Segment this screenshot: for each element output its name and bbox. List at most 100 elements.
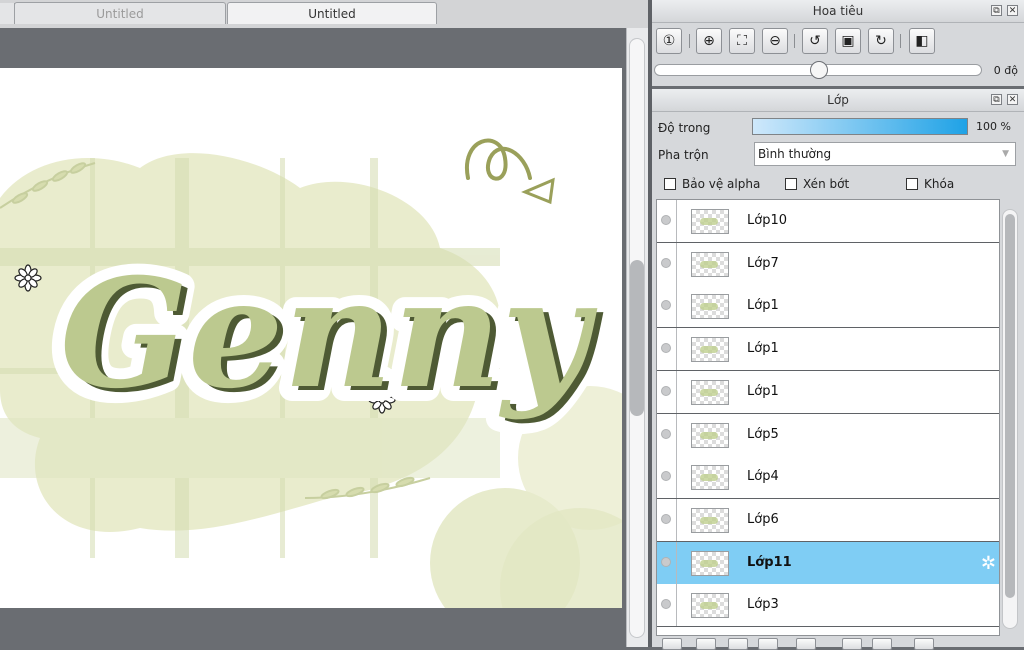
layer-list-scrollbar[interactable]: [1002, 209, 1018, 629]
layer-row[interactable]: Lớp7: [657, 242, 999, 286]
visibility-toggle[interactable]: [657, 456, 677, 499]
layer-thumbnail: [691, 550, 729, 576]
layer-thumbnail: [691, 593, 729, 619]
rotation-slider[interactable]: [654, 61, 982, 79]
thumbnail-content: [700, 346, 718, 354]
layer-thumbnail: [691, 251, 729, 277]
zoom-out-icon[interactable]: ⊖: [762, 28, 788, 54]
close-icon[interactable]: ✕: [1007, 94, 1018, 105]
opacity-slider[interactable]: [752, 118, 968, 135]
layer-name: Lớp6: [747, 511, 779, 527]
canvas-scroll-thumb[interactable]: [630, 260, 644, 416]
fit-frame-icon[interactable]: ▣: [835, 28, 861, 54]
close-icon[interactable]: ✕: [1007, 5, 1018, 16]
fit-screen-icon[interactable]: ⛶: [729, 28, 755, 54]
document-tab-bar: Untitled Untitled: [0, 0, 648, 28]
layer-row[interactable]: Lớp1: [657, 285, 999, 329]
layer-row[interactable]: Lớp4: [657, 456, 999, 500]
checkbox-box[interactable]: [785, 178, 797, 190]
tab-overflow-stub[interactable]: [0, 3, 15, 24]
layer-name: Lớp7: [747, 255, 779, 271]
toolbar-separator: [794, 34, 795, 48]
new-folder-icon[interactable]: [696, 638, 716, 650]
toolbar-separator: [900, 34, 901, 48]
clear-layer-icon[interactable]: [796, 638, 816, 650]
lettering: Genny Genny Genny: [47, 235, 611, 437]
visibility-toggle[interactable]: [657, 584, 677, 627]
layer-name: Lớp1: [747, 383, 779, 399]
layer-row[interactable]: Lớp6: [657, 498, 999, 542]
visibility-toggle[interactable]: [657, 413, 677, 456]
checkbox-box[interactable]: [664, 178, 676, 190]
checkbox-box[interactable]: [906, 178, 918, 190]
blend-label: Pha trộn: [658, 148, 709, 162]
visibility-icon[interactable]: [661, 428, 671, 439]
layers-panel: Lớp ⧉ ✕ Độ trong 100 % Pha trộn Bình thư…: [652, 89, 1024, 650]
layer-thumbnail: [691, 294, 729, 320]
visibility-toggle[interactable]: [657, 541, 677, 584]
visibility-icon[interactable]: [661, 385, 671, 396]
canvas-area[interactable]: Genny Genny Genny: [0, 28, 626, 647]
thumbnail-content: [700, 303, 718, 311]
visibility-toggle[interactable]: [657, 498, 677, 541]
visibility-icon[interactable]: [661, 471, 671, 482]
new-layer-icon[interactable]: [662, 638, 682, 650]
navigator-header: Hoa tiêu ⧉ ✕: [652, 0, 1024, 23]
navigator-panel: Hoa tiêu ⧉ ✕ ① ⊕ ⛶ ⊖ ↺ ▣ ↻ ◧ 0 độ: [652, 0, 1024, 86]
layer-row[interactable]: Lớp1: [657, 370, 999, 414]
detach-icon[interactable]: ⧉: [991, 5, 1002, 16]
visibility-toggle[interactable]: [657, 200, 677, 242]
drawing-canvas[interactable]: Genny Genny Genny: [0, 68, 622, 608]
rotate-right-icon[interactable]: ↻: [868, 28, 894, 54]
thumbnail-content: [700, 260, 718, 268]
layer-row[interactable]: Lớp10: [657, 200, 999, 243]
blend-mode-select[interactable]: Bình thường ▼: [754, 142, 1016, 166]
visibility-icon[interactable]: [661, 599, 671, 610]
artwork: Genny Genny Genny: [0, 138, 622, 608]
rotation-slider-knob[interactable]: [810, 61, 828, 79]
visibility-toggle[interactable]: [657, 285, 677, 328]
layer-thumbnail: [691, 379, 729, 405]
copy-layer-icon[interactable]: [728, 638, 748, 650]
layer-name: Lớp10: [747, 213, 787, 228]
layer-name: Lớp3: [747, 597, 779, 613]
clip-label: Xén bớt: [803, 177, 850, 191]
move-down-icon[interactable]: [872, 638, 892, 650]
visibility-icon[interactable]: [661, 556, 671, 567]
detach-icon[interactable]: ⧉: [991, 94, 1002, 105]
layer-list[interactable]: Lớp10 Lớp7 Lớp1 Lớp1 Lớp1 Lớp5 Lớp4 Lớp6 Lớp11 ✲ L…: [656, 199, 1000, 636]
visibility-icon[interactable]: [661, 257, 671, 268]
flip-icon[interactable]: ◧: [909, 28, 935, 54]
tab-untitled-1[interactable]: Untitled: [14, 2, 226, 24]
layer-row[interactable]: Lớp3: [657, 584, 999, 628]
delete-layer-icon[interactable]: [914, 638, 934, 650]
visibility-icon[interactable]: [661, 343, 671, 354]
layer-row[interactable]: Lớp11 ✲: [657, 541, 999, 585]
layer-row[interactable]: Lớp5: [657, 413, 999, 457]
visibility-toggle[interactable]: [657, 242, 677, 285]
layer-thumbnail: [691, 337, 729, 363]
visibility-toggle[interactable]: [657, 328, 677, 371]
merge-layer-icon[interactable]: [758, 638, 778, 650]
layer-scroll-thumb[interactable]: [1005, 214, 1015, 598]
zoom-actual-icon[interactable]: ①: [656, 28, 682, 54]
layer-name: Lớp5: [747, 426, 779, 442]
layer-name: Lớp1: [747, 298, 779, 314]
move-up-icon[interactable]: [842, 638, 862, 650]
visibility-icon[interactable]: [661, 513, 671, 524]
gear-icon[interactable]: ✲: [981, 553, 996, 574]
tab-untitled-2[interactable]: Untitled: [227, 2, 437, 24]
opacity-label: Độ trong: [658, 121, 711, 135]
navigator-title: Hoa tiêu: [812, 4, 864, 18]
rotate-left-icon[interactable]: ↺: [802, 28, 828, 54]
canvas-vertical-scrollbar[interactable]: [626, 28, 648, 647]
triangle-doodle: [521, 177, 555, 205]
thumbnail-content: [700, 474, 718, 482]
visibility-toggle[interactable]: [657, 370, 677, 413]
thumbnail-content: [700, 431, 718, 439]
layer-row[interactable]: Lớp1: [657, 328, 999, 372]
visibility-icon[interactable]: [661, 215, 671, 225]
visibility-icon[interactable]: [661, 300, 671, 311]
zoom-in-icon[interactable]: ⊕: [696, 28, 722, 54]
thumbnail-content: [700, 559, 718, 567]
